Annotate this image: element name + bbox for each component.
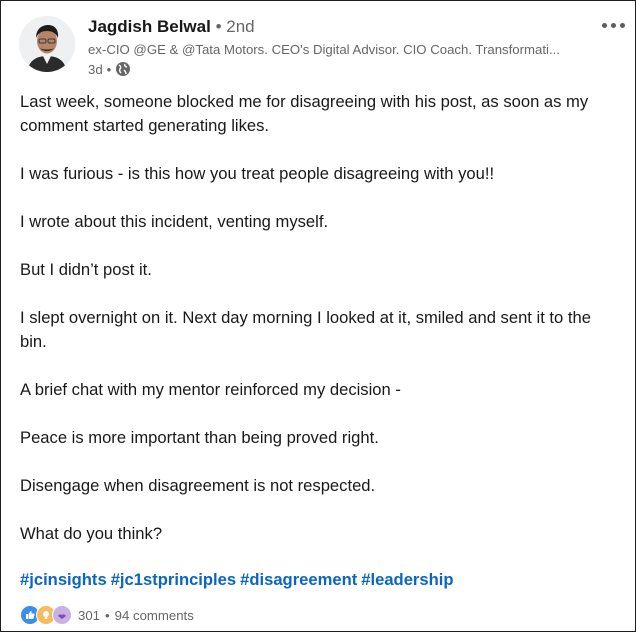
author-headline[interactable]: ex-CIO @GE & @Tata Motors. CEO's Digital… (88, 42, 598, 57)
post-paragraph: I slept overnight on it. Next day mornin… (20, 308, 591, 351)
author-name[interactable]: Jagdish Belwal (88, 17, 211, 36)
post-meta: 3d • (88, 61, 131, 77)
globe-icon (115, 61, 131, 77)
hashtag-link[interactable]: #disagreement (240, 570, 357, 590)
post-card: Jagdish Belwal • 2nd ex-CIO @GE & @Tata … (0, 0, 636, 632)
post-paragraph: Last week, someone blocked me for disagr… (20, 92, 589, 135)
post-paragraph: I wrote about this incident, venting mys… (20, 212, 329, 231)
post-paragraph: But I didn’t post it. (20, 260, 152, 279)
hashtag-link[interactable]: #jc1stprinciples (111, 570, 236, 590)
counts-separator: • (105, 607, 110, 623)
post-paragraph: Disengage when disagreement is not respe… (20, 476, 376, 495)
degree-separator: • (215, 17, 222, 36)
connection-degree: 2nd (226, 17, 255, 36)
hashtag-list: #jcinsights #jc1stprinciples #disagreeme… (20, 570, 454, 590)
author-avatar[interactable] (19, 16, 75, 72)
comments-count[interactable]: 94 comments (115, 608, 194, 623)
hashtag-link[interactable]: #leadership (361, 570, 453, 590)
reaction-count[interactable]: 301 (78, 608, 100, 623)
time-separator: • (106, 61, 112, 77)
more-options-icon[interactable] (599, 15, 627, 35)
avatar-photo (19, 16, 75, 72)
support-icon (52, 605, 72, 625)
post-paragraph: I was furious - is this how you treat pe… (20, 164, 495, 183)
author-line: Jagdish Belwal • 2nd (88, 17, 255, 37)
hashtag-link[interactable]: #jcinsights (20, 570, 107, 590)
post-paragraph: A brief chat with my mentor reinforced m… (20, 380, 401, 399)
social-counts: 301 • 94 comments (20, 604, 194, 626)
post-paragraph: Peace is more important than being prove… (20, 428, 379, 447)
post-body: Last week, someone blocked me for disagr… (20, 90, 620, 570)
post-time[interactable]: 3d (88, 62, 103, 77)
reaction-icons[interactable] (20, 605, 72, 625)
post-paragraph: What do you think? (20, 524, 163, 543)
